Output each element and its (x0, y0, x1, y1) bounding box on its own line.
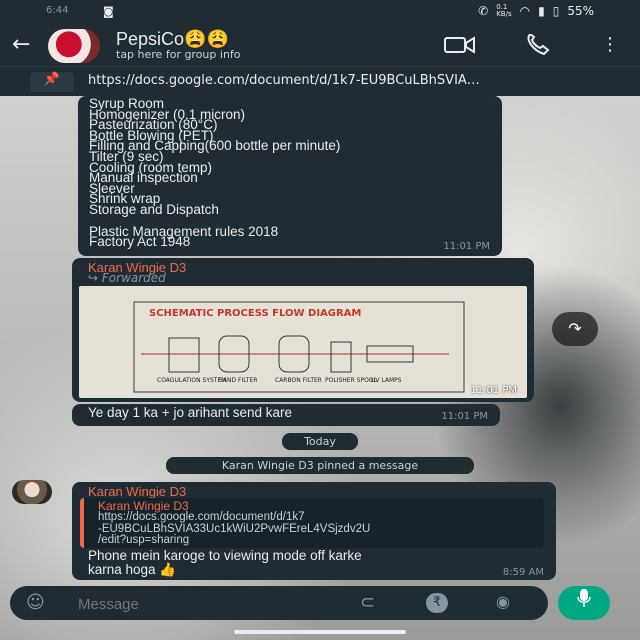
camera-icon[interactable]: ◉ (496, 592, 510, 611)
date-divider: Today (282, 433, 358, 450)
forward-icon: ↪ (88, 271, 99, 285)
sender-avatar[interactable] (12, 480, 52, 504)
group-avatar[interactable] (48, 29, 100, 63)
wifi-icon: ◠ (519, 4, 531, 18)
message-bubble-1[interactable]: Syrup Room Homogenizer (0.1 micron) Past… (78, 96, 502, 256)
video-call-icon[interactable] (444, 34, 476, 60)
message-input-bar[interactable]: ☺ ⊂ ₹ ◉ (10, 586, 548, 620)
diagram-label: CARBON FILTER (275, 377, 322, 384)
message-line: Factory Act 1948 (89, 234, 191, 250)
network-speed: 0.1 KB/s (496, 3, 512, 18)
status-time: 6:44 (46, 5, 69, 16)
system-message: Karan Wingie D3 pinned a message (166, 457, 474, 474)
pinned-url[interactable]: https://docs.google.com/document/d/1k7-E… (88, 73, 480, 88)
emoji-icon[interactable]: ☺ (26, 592, 45, 613)
diagram-tank (168, 337, 200, 373)
signal-icon: ▮ (538, 4, 545, 18)
status-bar: 6:44 ◙ ✆ 0.1 KB/s ◠ ▮ ▯ 55% (0, 0, 640, 26)
message-line: Storage and Dispatch (89, 201, 219, 217)
call-status-icon: ✆ (478, 4, 489, 18)
message-time: 8:59 AM (502, 567, 544, 578)
quoted-line: /edit?usp=sharing (98, 534, 190, 546)
diagram-label: SAND FILTER (219, 377, 257, 384)
quoted-line: https://docs.google.com/document/d/1k7 (98, 511, 305, 523)
sender-name[interactable]: Karan Wingie D3 (88, 484, 186, 499)
diagram-label: UV LAMPS (371, 377, 402, 384)
chat-header[interactable]: ← PepsiCo😩😩 tap here for group info ⋮ (0, 26, 640, 66)
battery-icon: ▯ (552, 4, 560, 18)
attach-icon[interactable]: ⊂ (360, 592, 375, 613)
mic-button[interactable] (558, 586, 610, 620)
message-bubble-4[interactable]: Karan Wingie D3 Karan Wingie D3 https://… (72, 482, 556, 580)
forwarded-text: Forwarded (101, 271, 166, 285)
forwarded-label: ↪ Forwarded (88, 271, 166, 285)
diagram-tank (330, 341, 352, 373)
forward-share-icon[interactable]: ↷ (552, 312, 598, 346)
voice-call-icon[interactable] (524, 32, 552, 60)
message-input[interactable] (76, 593, 320, 615)
message-bubble-3[interactable]: Ye day 1 ka + jo arihant send kare 11:01… (72, 404, 500, 426)
message-text: Ye day 1 ka + jo arihant send kare (88, 405, 293, 420)
diagram-title: SCHEMATIC PROCESS FLOW DIAGRAM (149, 308, 361, 319)
message-lines: Syrup Room Homogenizer (0.1 micron) Past… (89, 97, 340, 250)
pin-icon: 📌 (30, 72, 74, 92)
message-time: 11:01 PM (441, 411, 488, 422)
quoted-text: https://docs.google.com/document/d/1k7 -… (98, 511, 370, 547)
more-options-icon[interactable]: ⋮ (601, 34, 619, 55)
diagram-label: COAGULATION SYSTEM (157, 377, 226, 384)
mic-icon (577, 589, 591, 607)
back-arrow-icon[interactable]: ← (12, 32, 30, 57)
message-line: Phone mein karoge to viewing mode off ka… (88, 548, 362, 563)
message-time: 11:01 PM (443, 241, 490, 252)
quoted-message[interactable]: Karan Wingie D3 https://docs.google.com/… (80, 498, 544, 548)
home-indicator[interactable] (234, 630, 406, 634)
group-subtitle[interactable]: tap here for group info (116, 48, 241, 61)
pinned-message-bar[interactable]: 📌 https://docs.google.com/document/d/1k7… (0, 66, 640, 97)
screenshot-icon: ◙ (103, 5, 114, 18)
forwarded-image[interactable]: SCHEMATIC PROCESS FLOW DIAGRAM COAGULATI… (79, 286, 527, 398)
diagram-label: POLISHER SPOOL (325, 377, 378, 384)
payment-icon[interactable]: ₹ (426, 593, 448, 613)
message-line: karna hoga 👍 (88, 561, 177, 577)
battery-level: 55% (567, 4, 594, 18)
message-text: Phone mein karoge to viewing mode off ka… (88, 549, 362, 576)
message-time: 11:01 PM (470, 385, 517, 396)
group-name[interactable]: PepsiCo😩😩 (116, 29, 229, 50)
